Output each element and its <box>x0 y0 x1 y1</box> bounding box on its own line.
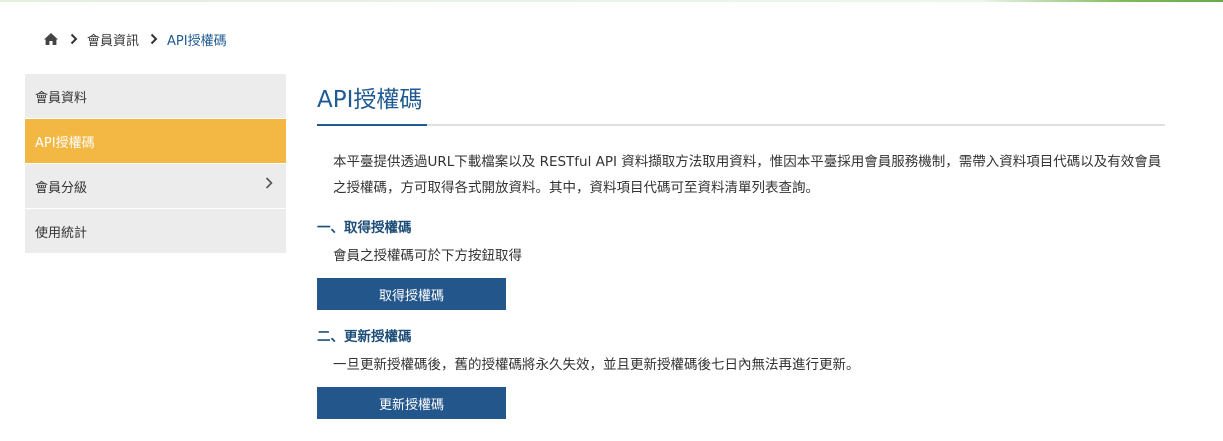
sidebar-item-member-profile[interactable]: 會員資料 <box>25 74 286 118</box>
sidebar-item-label: API授權碼 <box>35 135 95 151</box>
section-heading: 一、取得授權碼 <box>317 220 412 236</box>
home-icon[interactable] <box>43 32 59 46</box>
breadcrumb-member-info[interactable]: 會員資訊 <box>87 30 139 49</box>
breadcrumb-current-page: API授權碼 <box>167 33 227 49</box>
section-description: 一旦更新授權碼後，舊的授權碼將永久失效，並且更新授權碼後七日內無法再進行更新。 <box>333 357 860 373</box>
intro-text: 本平臺提供透過URL下載檔案以及 RESTful API 資料擷取方法取用資料，… <box>333 154 1162 196</box>
title-divider <box>317 124 1165 126</box>
sidebar-item-usage-stats[interactable]: 使用統計 <box>25 209 286 253</box>
top-accent-bar <box>0 0 1223 2</box>
get-api-key-button[interactable]: 取得授權碼 <box>317 278 506 310</box>
section-get-key: 一、取得授權碼 會員之授權碼可於下方按鈕取得 取得授權碼 <box>317 217 1165 310</box>
sidebar-item-api-key[interactable]: API授權碼 <box>25 119 286 163</box>
main-content: API授權碼 本平臺提供透過URL下載檔案以及 RESTful API 資料擷取… <box>317 80 1165 419</box>
breadcrumb: 會員資訊 API授權碼 <box>43 30 227 49</box>
section-renew-key: 二、更新授權碼 一旦更新授權碼後，舊的授權碼將永久失效，並且更新授權碼後七日內無… <box>317 326 1165 419</box>
sidebar-menu: 會員資料 API授權碼 會員分級 使用統計 <box>25 74 286 254</box>
chevron-right-icon <box>69 33 79 45</box>
chevron-right-icon <box>149 33 159 45</box>
chevron-right-icon <box>264 176 274 190</box>
title-divider-accent <box>317 124 427 126</box>
sidebar-item-label: 會員分級 <box>35 180 88 196</box>
sidebar-item-label: 使用統計 <box>35 225 88 241</box>
page-title: API授權碼 <box>317 87 423 113</box>
sidebar-item-member-level[interactable]: 會員分級 <box>25 164 286 208</box>
section-heading: 二、更新授權碼 <box>317 329 412 345</box>
section-description: 會員之授權碼可於下方按鈕取得 <box>333 248 522 264</box>
renew-api-key-button[interactable]: 更新授權碼 <box>317 387 506 419</box>
sidebar-item-label: 會員資料 <box>35 90 88 106</box>
